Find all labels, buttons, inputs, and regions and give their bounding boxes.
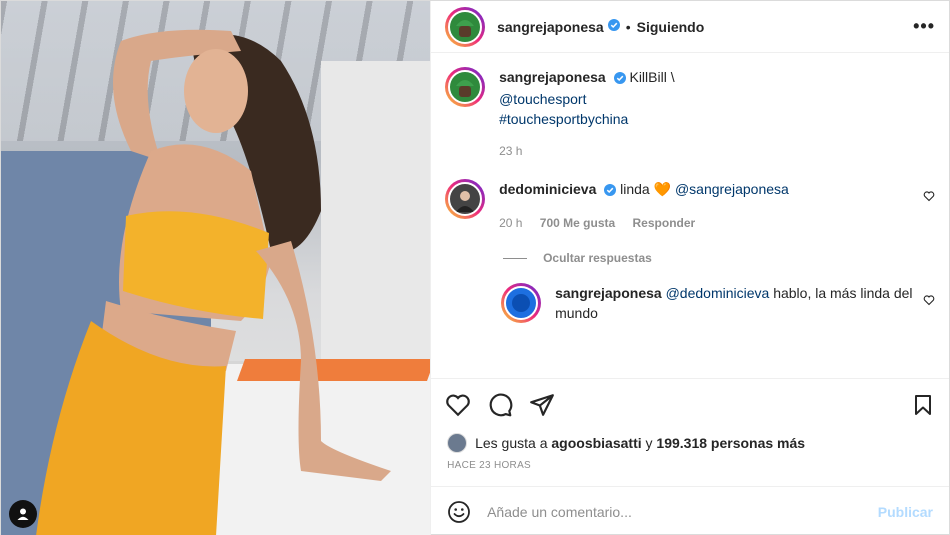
header-separator: • bbox=[625, 18, 631, 35]
post-photo[interactable] bbox=[1, 1, 431, 535]
liker-avatar[interactable] bbox=[447, 433, 468, 453]
caption-time[interactable]: 23 h bbox=[499, 144, 522, 158]
hide-replies-label: Ocultar respuestas bbox=[543, 251, 652, 265]
comment-mention[interactable]: @sangrejaponesa bbox=[675, 181, 789, 197]
heart-icon[interactable] bbox=[445, 392, 471, 418]
action-bar bbox=[431, 378, 949, 430]
like-comment-heart-icon[interactable] bbox=[923, 189, 935, 207]
comment: dedominicieva linda 🧡 @sangrejaponesa 20… bbox=[445, 179, 935, 233]
likes-count[interactable]: 199.318 personas más bbox=[656, 435, 805, 451]
post-time[interactable]: HACE 23 HORAS bbox=[431, 456, 949, 486]
verified-icon bbox=[604, 181, 617, 201]
comment-likes[interactable]: 700 Me gusta bbox=[540, 216, 615, 230]
avatar[interactable] bbox=[445, 179, 486, 219]
liker-username[interactable]: agoosbiasatti bbox=[551, 435, 641, 451]
follow-status-button[interactable]: Siguiendo bbox=[637, 19, 705, 35]
comment-meta: 20 h 700 Me gusta Responder bbox=[499, 213, 915, 233]
caption-username[interactable]: sangrejaponesa bbox=[499, 69, 606, 85]
reply-mention[interactable]: @dedominicieva bbox=[666, 285, 770, 301]
reply-button[interactable]: Responder bbox=[633, 216, 696, 230]
add-comment-bar: Publicar bbox=[431, 486, 949, 535]
photo-person bbox=[36, 29, 391, 535]
likes-prefix: Les gusta a bbox=[475, 435, 548, 451]
post-panel: sangrejaponesa • Siguiendo ••• sangrejap… bbox=[430, 1, 949, 535]
avatar[interactable] bbox=[445, 67, 486, 107]
likes-middle: y bbox=[645, 435, 653, 451]
caption: sangrejaponesa KillBill \ @touchesport #… bbox=[445, 67, 935, 161]
bookmark-icon[interactable] bbox=[911, 393, 935, 417]
publish-button[interactable]: Publicar bbox=[878, 504, 933, 520]
like-reply-heart-icon[interactable] bbox=[923, 293, 935, 311]
caption-body: KillBill \ bbox=[629, 69, 675, 85]
reply-comment: sangrejaponesa @dedominicieva hablo, la … bbox=[501, 283, 935, 323]
caption-mention[interactable]: @touchesport bbox=[499, 91, 586, 107]
comment-body: linda bbox=[620, 181, 650, 197]
instagram-post: sangrejaponesa • Siguiendo ••• sangrejap… bbox=[0, 0, 950, 535]
user-tag-icon[interactable] bbox=[9, 500, 37, 528]
comment-username[interactable]: dedominicieva bbox=[499, 181, 596, 197]
hide-replies-button[interactable]: Ocultar respuestas bbox=[503, 251, 935, 265]
verified-icon bbox=[613, 69, 626, 89]
caption-hashtag[interactable]: #touchesportbychina bbox=[499, 111, 628, 127]
comment-text: dedominicieva linda 🧡 @sangrejaponesa 20… bbox=[499, 179, 915, 233]
comment-time[interactable]: 20 h bbox=[499, 216, 522, 230]
likes-line: Les gusta a agoosbiasatti y 199.318 pers… bbox=[431, 430, 949, 456]
reply-username[interactable]: sangrejaponesa bbox=[555, 285, 662, 301]
emoji-icon[interactable] bbox=[447, 500, 471, 524]
more-options-icon[interactable]: ••• bbox=[913, 16, 935, 37]
share-icon[interactable] bbox=[529, 392, 555, 418]
avatar[interactable] bbox=[501, 283, 542, 323]
caption-text: sangrejaponesa KillBill \ @touchesport #… bbox=[499, 67, 935, 161]
hide-replies-line bbox=[503, 257, 528, 259]
comment-input[interactable] bbox=[487, 503, 878, 520]
verified-icon bbox=[607, 18, 620, 36]
header-username[interactable]: sangrejaponesa bbox=[497, 19, 604, 35]
avatar[interactable] bbox=[445, 6, 486, 47]
post-header: sangrejaponesa • Siguiendo ••• bbox=[431, 1, 949, 53]
comments-section: sangrejaponesa KillBill \ @touchesport #… bbox=[431, 53, 949, 378]
caption-meta: 23 h bbox=[499, 141, 935, 161]
reply-text: sangrejaponesa @dedominicieva hablo, la … bbox=[555, 283, 915, 323]
orange-heart-emoji: 🧡 bbox=[653, 181, 672, 197]
comment-icon[interactable] bbox=[487, 392, 513, 418]
